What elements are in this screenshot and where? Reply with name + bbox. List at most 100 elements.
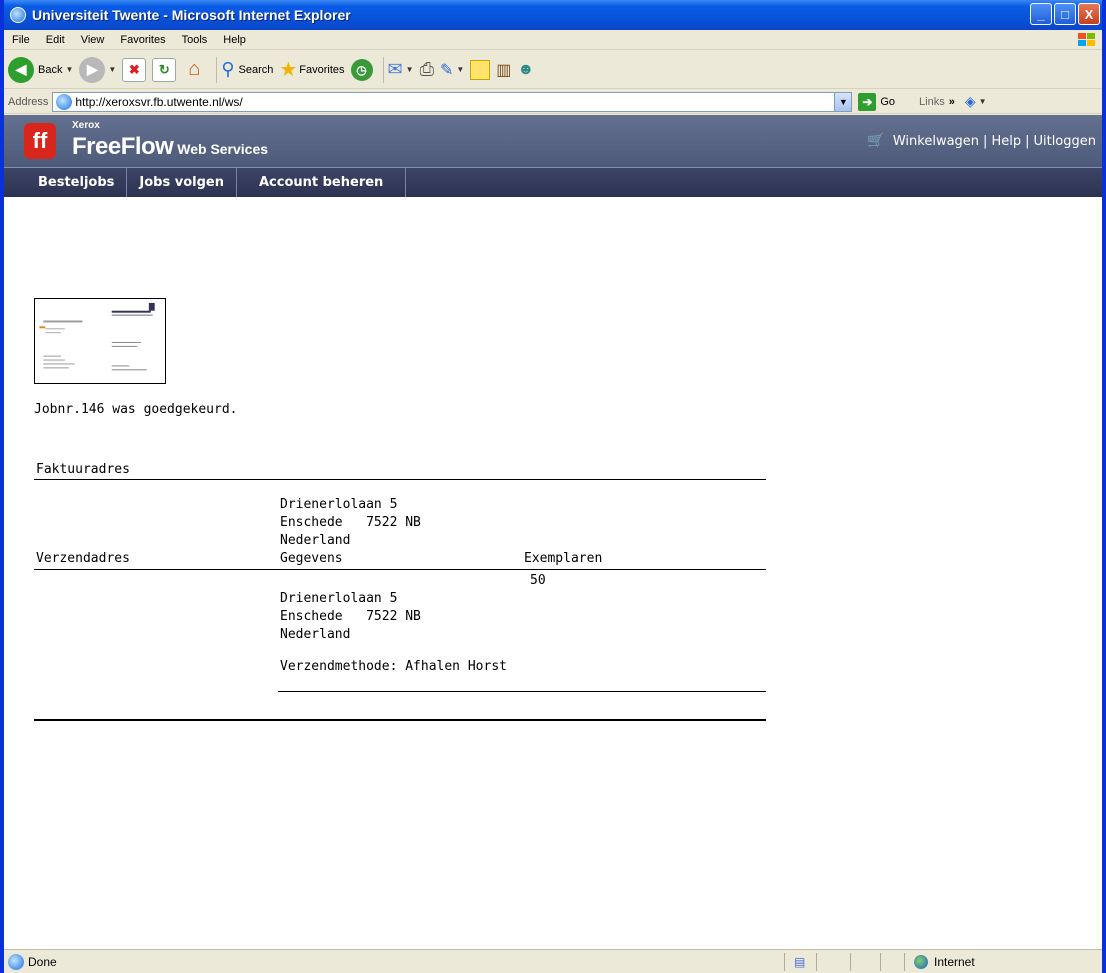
go-arrow-icon: ➔ (858, 92, 877, 111)
shipping-country: Nederland (280, 627, 351, 642)
go-button[interactable]: ➔ Go (858, 92, 896, 111)
forward-button[interactable]: ▶ ▼ (79, 56, 117, 83)
print-icon: ⎙ (419, 59, 434, 79)
shipping-method: Verzendmethode: Afhalen Horst (280, 659, 507, 674)
header-separator: | (983, 133, 988, 149)
menu-bar: File Edit View Favorites Tools Help (4, 30, 1102, 50)
extension-icon[interactable]: ◈ (965, 93, 976, 110)
copies-value: 50 (530, 573, 546, 588)
status-bar: Done ▤ Internet (4, 949, 1102, 973)
job-status-message: Jobnr.146 was goedgekeurd. (34, 402, 238, 417)
xerox-logo-icon: ff (24, 123, 56, 159)
status-divider (880, 953, 881, 971)
menu-tools[interactable]: Tools (174, 34, 216, 46)
main-nav: Besteljobs Jobs volgen Account beheren (4, 167, 1102, 197)
menu-edit[interactable]: Edit (38, 34, 73, 46)
shipping-city: Enschede 7522 NB (280, 609, 421, 624)
go-label: Go (880, 95, 896, 108)
title-bar: Universiteit Twente - Microsoft Internet… (4, 0, 1102, 30)
chevron-down-icon: ▼ (108, 65, 117, 74)
section-divider (278, 691, 766, 692)
standard-toolbar: ◀ Back ▼ ▶ ▼ ✖ ↻ ⌂ ⚲ Search ★ Favorites … (4, 51, 1102, 89)
stop-button[interactable]: ✖ (122, 57, 147, 82)
refresh-button[interactable]: ↻ (152, 57, 177, 82)
globe-icon (914, 954, 928, 969)
history-icon: ◷ (350, 58, 373, 81)
shipping-heading: Verzendadres (36, 551, 130, 566)
billing-country: Nederland (280, 533, 351, 548)
refresh-icon: ↻ (152, 57, 177, 82)
star-icon: ★ (279, 59, 298, 81)
header-links: 🛒 Winkelwagen | Help | Uitloggen (867, 133, 1096, 149)
brand-name: Xerox (72, 120, 100, 131)
product-title: FreeFlow (72, 133, 174, 160)
research-button[interactable]: ▥ (496, 60, 511, 80)
browser-window: Universiteit Twente - Microsoft Internet… (0, 0, 1106, 973)
tab-jobs-volgen[interactable]: Jobs volgen (127, 168, 237, 197)
print-button[interactable]: ⎙ (420, 59, 434, 80)
column-gegevens: Gegevens (280, 551, 343, 566)
favorites-label: Favorites (299, 63, 345, 76)
links-label: Links (919, 95, 945, 108)
footer-divider (34, 719, 766, 721)
menu-help[interactable]: Help (215, 34, 254, 46)
product-subtitle: Web Services (173, 141, 269, 157)
tab-besteljobs[interactable]: Besteljobs (4, 168, 128, 197)
tab-account-beheren[interactable]: Account beheren (237, 168, 407, 197)
favorites-button[interactable]: ★ Favorites (279, 57, 344, 82)
back-button[interactable]: ◀ Back ▼ (8, 56, 74, 83)
billing-heading: Faktuuradres (36, 462, 130, 477)
job-thumbnail[interactable] (34, 298, 166, 384)
minimize-button[interactable]: _ (1030, 3, 1052, 25)
status-text: Done (28, 954, 57, 969)
messenger-icon: ☻ (517, 60, 535, 78)
chevron-down-icon: ▼ (405, 65, 414, 74)
chevron-down-icon: ▼ (456, 65, 465, 74)
page-icon (56, 93, 73, 110)
forward-arrow-icon: ▶ (79, 56, 106, 83)
close-button[interactable]: X (1078, 3, 1100, 25)
chevron-down-icon: ▼ (978, 97, 987, 106)
books-icon: ▥ (496, 61, 512, 79)
toolbar-separator (216, 56, 218, 83)
windows-logo-icon (1078, 33, 1095, 46)
logout-link[interactable]: Uitloggen (1033, 134, 1096, 149)
maximize-button[interactable]: □ (1054, 3, 1076, 25)
address-dropdown-button[interactable]: ▼ (834, 92, 852, 111)
menu-favorites[interactable]: Favorites (112, 34, 173, 46)
billing-divider (34, 479, 766, 480)
ie-icon (10, 7, 26, 23)
page-icon (8, 953, 24, 970)
column-exemplaren: Exemplaren (524, 551, 603, 566)
security-zone: Internet (914, 954, 975, 969)
home-icon: ⌂ (188, 58, 201, 80)
mail-button[interactable]: ✉ ▼ (388, 59, 414, 80)
search-label: Search (238, 63, 274, 76)
menu-view[interactable]: View (73, 34, 113, 46)
header-separator: | (1025, 133, 1030, 149)
stop-icon: ✖ (122, 57, 147, 82)
help-link[interactable]: Help (991, 134, 1021, 149)
links-toolbar[interactable]: Links » ◈ ▼ (919, 93, 987, 110)
window-title: Universiteit Twente - Microsoft Internet… (32, 7, 351, 23)
home-button[interactable]: ⌂ (182, 58, 206, 82)
page-info-icon: ▤ (794, 954, 806, 969)
edit-icon: ✎ (439, 61, 454, 79)
messenger-button[interactable]: ☻ (517, 61, 534, 79)
address-label: Address (8, 95, 49, 108)
shipping-street: Drienerlolaan 5 (280, 591, 398, 606)
history-button[interactable]: ◷ (350, 58, 373, 81)
cart-icon: 🛒 (867, 133, 885, 149)
status-divider (850, 953, 851, 971)
chevron-down-icon: ▼ (65, 65, 74, 74)
site-header: ff Xerox FreeFlow Web Services 🛒 Winkelw… (4, 115, 1102, 167)
address-bar: Address http://xeroxsvr.fb.utwente.nl/ws… (4, 90, 1102, 114)
search-button[interactable]: ⚲ Search (221, 59, 273, 80)
billing-city: Enschede 7522 NB (280, 515, 421, 530)
address-input[interactable]: http://xeroxsvr.fb.utwente.nl/ws/ ▼ (52, 91, 853, 112)
edit-button[interactable]: ✎ ▼ (440, 60, 464, 80)
discuss-button[interactable] (470, 59, 491, 80)
status-divider (784, 953, 785, 971)
menu-file[interactable]: File (4, 34, 38, 46)
cart-link[interactable]: Winkelwagen (893, 134, 979, 149)
